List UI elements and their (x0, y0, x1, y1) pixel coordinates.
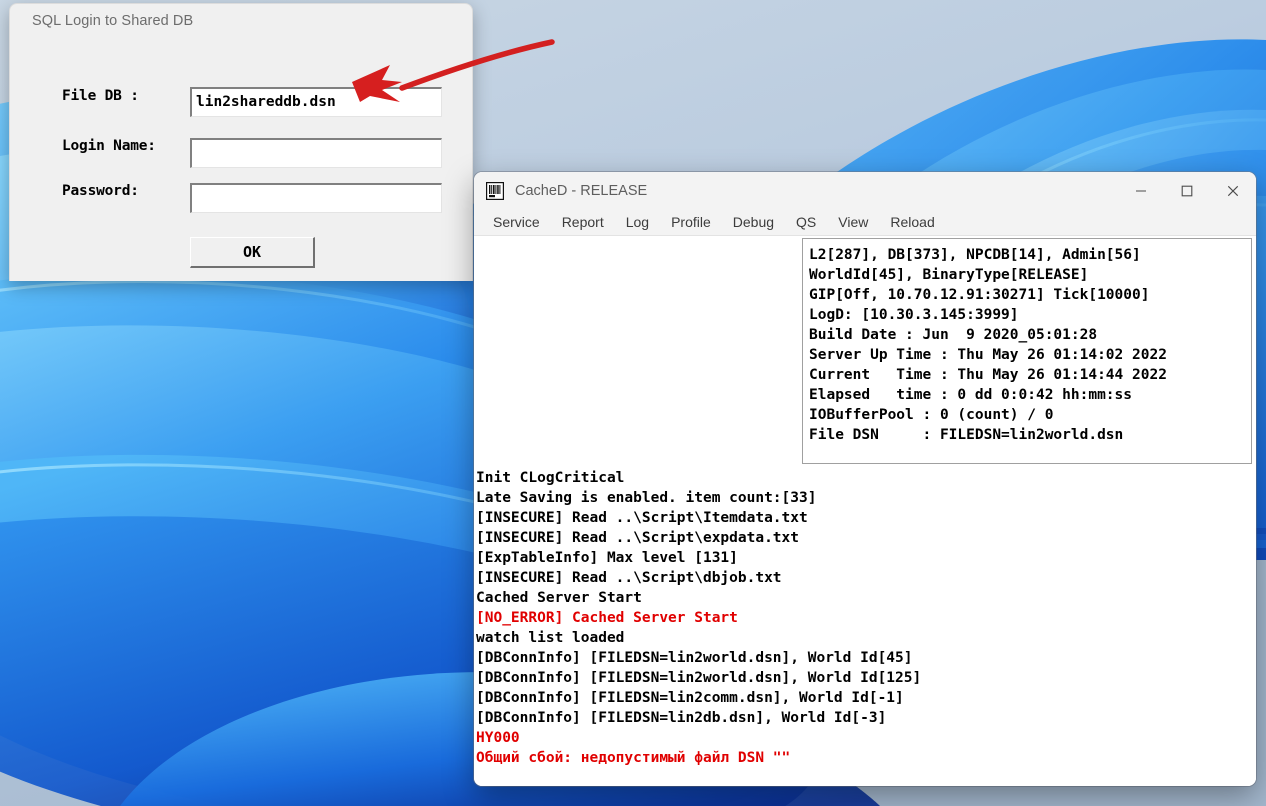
log-line: Late Saving is enabled. item count:[33] (476, 490, 817, 506)
server-log-output[interactable]: Init CLogCritical Late Saving is enabled.… (476, 468, 1254, 786)
password-row: Password: (62, 183, 139, 199)
window-controls (1118, 172, 1256, 210)
log-line: [DBConnInfo] [FILEDSN=lin2comm.dsn], Wor… (476, 690, 904, 706)
info-line: Current Time : Thu May 26 01:14:44 2022 (809, 367, 1167, 383)
log-line: Init CLogCritical (476, 470, 625, 486)
info-line: LogD: [10.30.3.145:3999] (809, 307, 1019, 323)
file-db-label: File DB : (62, 88, 139, 104)
cached-window: CacheD - RELEASE Service Report Log Prof… (474, 172, 1256, 786)
log-line: Cached Server Start (476, 590, 642, 606)
info-line: Build Date : Jun 9 2020_05:01:28 (809, 327, 1098, 343)
info-line: File DSN : FILEDSN=lin2world.dsn (809, 427, 1124, 443)
password-input[interactable] (190, 183, 442, 213)
close-icon (1227, 185, 1239, 197)
info-line: WorldId[45], BinaryType[RELEASE] (809, 267, 1089, 283)
barcode-icon (486, 182, 504, 200)
menu-item-reload[interactable]: Reload (879, 212, 945, 233)
password-label: Password: (62, 183, 139, 199)
log-line: [INSECURE] Read ..\Script\Itemdata.txt (476, 510, 808, 526)
server-info-panel: L2[287], DB[373], NPCDB[14], Admin[56] Wo… (802, 238, 1252, 464)
sql-login-dialog: SQL Login to Shared DB File DB : lin2sha… (9, 3, 473, 281)
file-db-input[interactable]: lin2shareddb.dsn (190, 87, 442, 117)
login-name-row: Login Name: (62, 138, 156, 154)
log-line: [INSECURE] Read ..\Script\expdata.txt (476, 530, 800, 546)
log-line: [DBConnInfo] [FILEDSN=lin2world.dsn], Wo… (476, 670, 922, 686)
log-line: [DBConnInfo] [FILEDSN=lin2db.dsn], World… (476, 710, 887, 726)
menu-item-debug[interactable]: Debug (722, 212, 785, 233)
log-line-error: Общий сбой: недопустимый файл DSN "" (476, 750, 791, 766)
cached-window-title: CacheD - RELEASE (515, 183, 648, 199)
log-line: [INSECURE] Read ..\Script\dbjob.txt (476, 570, 782, 586)
log-line-error: [NO_ERROR] Cached Server Start (476, 610, 738, 626)
ok-button[interactable]: OK (190, 237, 315, 268)
sql-dialog-title: SQL Login to Shared DB (32, 13, 194, 29)
maximize-icon (1181, 185, 1193, 197)
log-line: [ExpTableInfo] Max level [131] (476, 550, 738, 566)
info-line: Server Up Time : Thu May 26 01:14:02 202… (809, 347, 1167, 363)
menu-item-log[interactable]: Log (615, 212, 660, 233)
menu-item-view[interactable]: View (827, 212, 879, 233)
file-db-row: File DB : (62, 88, 139, 104)
cached-client-area: L2[287], DB[373], NPCDB[14], Admin[56] Wo… (474, 236, 1256, 786)
menu-item-qs[interactable]: QS (785, 212, 827, 233)
log-line: [DBConnInfo] [FILEDSN=lin2world.dsn], Wo… (476, 650, 913, 666)
minimize-icon (1136, 190, 1146, 192)
cached-titlebar[interactable]: CacheD - RELEASE (474, 172, 1256, 210)
info-line: GIP[Off, 10.70.12.91:30271] Tick[10000] (809, 287, 1150, 303)
close-button[interactable] (1210, 172, 1256, 210)
maximize-button[interactable] (1164, 172, 1210, 210)
minimize-button[interactable] (1118, 172, 1164, 210)
login-name-input[interactable] (190, 138, 442, 168)
menu-item-profile[interactable]: Profile (660, 212, 722, 233)
menu-item-service[interactable]: Service (482, 212, 551, 233)
cached-menubar: Service Report Log Profile Debug QS View… (474, 210, 1256, 236)
info-line: IOBufferPool : 0 (count) / 0 (809, 407, 1054, 423)
menu-item-report[interactable]: Report (551, 212, 615, 233)
log-line: watch list loaded (476, 630, 625, 646)
info-line: Elapsed time : 0 dd 0:0:42 hh:mm:ss (809, 387, 1133, 403)
log-line-error: HY000 (476, 730, 520, 746)
login-name-label: Login Name: (62, 138, 156, 154)
info-line: L2[287], DB[373], NPCDB[14], Admin[56] (809, 247, 1141, 263)
